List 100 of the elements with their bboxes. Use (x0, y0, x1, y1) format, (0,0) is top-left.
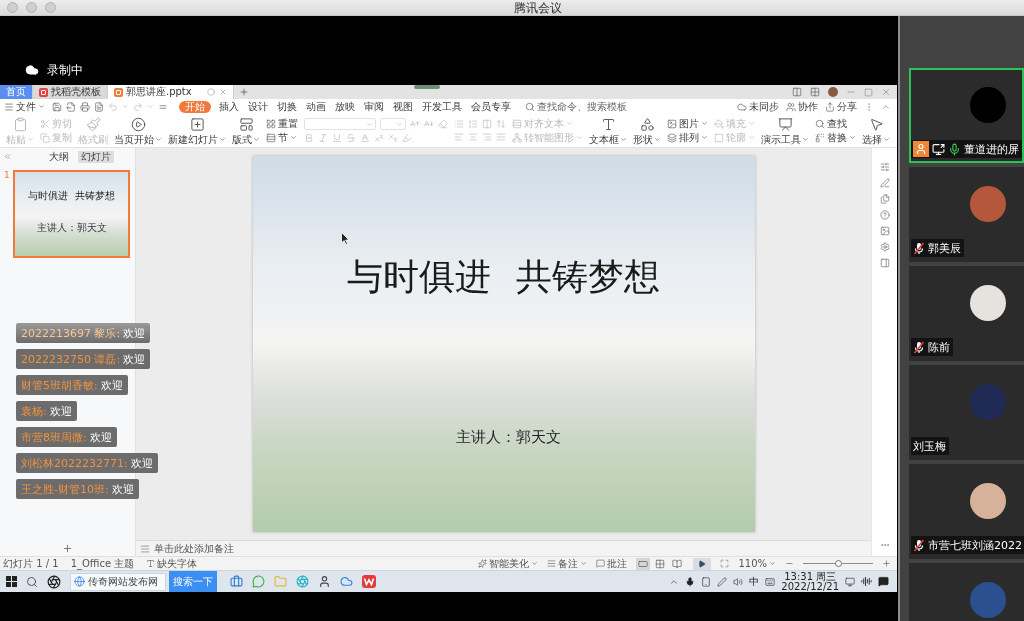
caret-icon[interactable] (122, 103, 129, 110)
notes-button[interactable]: 备注 (547, 557, 588, 570)
avatar[interactable] (828, 87, 838, 97)
search-icon (815, 118, 825, 129)
toolbar-button[interactable]: 重置 (266, 118, 298, 129)
search-icon[interactable] (26, 575, 38, 588)
message-icon[interactable] (878, 576, 889, 587)
files-icon[interactable] (879, 194, 890, 204)
person-icon[interactable] (318, 575, 331, 588)
thumbnail-subtitle: 主讲人：郭天文 (36, 222, 107, 233)
chat-message: 欢迎 (123, 352, 146, 366)
toolbar-button[interactable]: 新建幻灯片 (168, 116, 226, 145)
menu-tab[interactable]: 设计 (247, 100, 269, 113)
help-icon[interactable] (879, 210, 890, 220)
menu-tab[interactable]: 切换 (276, 100, 298, 113)
square-icon (714, 132, 724, 143)
missing-fonts-button[interactable]: 缺失字体 (146, 557, 198, 570)
toolbar-button[interactable]: 图片 (667, 118, 708, 129)
slider-thumb[interactable] (835, 560, 842, 567)
speaker-icon[interactable] (733, 576, 744, 587)
keyboard-icon[interactable] (765, 576, 776, 587)
panel-tab[interactable]: 幻灯片 (78, 150, 114, 163)
menu-tab[interactable]: 视图 (392, 100, 414, 113)
cloud-icon[interactable] (340, 575, 353, 588)
view-button[interactable] (670, 557, 685, 570)
mic-icon[interactable] (685, 576, 696, 587)
panel-tab[interactable]: 大纲 (46, 150, 72, 163)
maximize-button[interactable] (45, 2, 56, 13)
document-icon[interactable] (94, 101, 104, 112)
slide-thumbnail[interactable]: 与时俱进 共铸梦想 主讲人：郭天文 (13, 170, 130, 258)
toolbar-button[interactable]: 分享 (825, 100, 857, 113)
printer-icon[interactable] (80, 101, 90, 112)
toolbar-button[interactable]: 选择 (862, 116, 890, 145)
toolbar-button[interactable]: 未同步 (737, 100, 779, 113)
toolbar-button[interactable]: 节 (266, 132, 297, 143)
input-method-label[interactable]: 中 (749, 575, 760, 588)
undo-icon[interactable] (108, 101, 118, 112)
menu-tab[interactable]: 开发工具 (421, 100, 463, 113)
beautify-button[interactable]: 智能美化 (478, 557, 539, 570)
caret-icon[interactable] (147, 103, 154, 110)
slide-title: 与时俱进 共铸梦想 (346, 256, 661, 298)
image-icon[interactable] (879, 226, 890, 236)
web-search-field[interactable]: 传奇网站发布网 (70, 572, 166, 591)
double-chevron-icon[interactable] (3, 152, 12, 161)
toolbar-button[interactable]: 版式 (232, 116, 260, 145)
save-icon[interactable] (52, 101, 62, 112)
file-arrow-icon[interactable] (66, 101, 76, 112)
chat-message: 欢迎 (49, 404, 72, 418)
panel-icon[interactable] (879, 258, 890, 268)
menu-tab[interactable]: 审阅 (363, 100, 385, 113)
settings-icon[interactable] (879, 242, 890, 252)
grid-icon (655, 558, 666, 569)
menu-tab[interactable]: 放映 (334, 100, 356, 113)
redo-icon[interactable] (133, 101, 143, 112)
zoom-button[interactable]: 110% (738, 557, 776, 570)
briefcase-icon[interactable] (230, 575, 243, 588)
four-squares-icon[interactable] (6, 576, 17, 587)
plus-icon[interactable] (882, 559, 891, 568)
add-slide-button[interactable] (62, 543, 73, 554)
pen-icon[interactable] (717, 576, 728, 587)
view-button[interactable] (636, 557, 651, 570)
maximize-icon[interactable] (864, 87, 873, 97)
file-menu-button[interactable]: 文件 (4, 100, 45, 113)
audio-bars-icon[interactable] (861, 576, 872, 587)
caret-icon (580, 560, 588, 567)
app-logo-icon[interactable] (362, 575, 376, 588)
close-button[interactable] (7, 2, 18, 13)
sliders-icon[interactable] (879, 162, 890, 172)
close-icon[interactable] (881, 87, 891, 97)
play-button[interactable] (693, 557, 712, 570)
pen-icon[interactable] (879, 178, 890, 188)
toolbar-button[interactable]: 演示工具 (761, 116, 809, 145)
toolbar-button[interactable]: 形状 (633, 116, 661, 145)
share-icon (825, 101, 835, 112)
corners-icon[interactable] (720, 559, 730, 568)
toolbar-button[interactable]: 排列 (667, 132, 708, 143)
aperture-icon[interactable] (47, 574, 61, 589)
drag-handle[interactable] (414, 85, 440, 89)
caret-icon (38, 103, 45, 110)
split-view-icon[interactable] (792, 87, 802, 97)
tablet-icon[interactable] (701, 576, 712, 587)
command-search-field[interactable]: 查找命令、搜索模板 (525, 101, 633, 112)
menu-tab[interactable]: 插入 (218, 100, 240, 113)
toolbar-button[interactable]: 替换 (815, 132, 856, 143)
toolbar-button[interactable]: 协作 (786, 100, 818, 113)
toolbar-button[interactable]: 文本框 (589, 116, 627, 145)
menu-tab[interactable]: 动画 (305, 100, 327, 113)
monitor-icon[interactable] (845, 576, 855, 587)
folder-icon[interactable] (274, 575, 287, 588)
notes-field[interactable]: 单击此处添加备注 (154, 543, 871, 554)
toolbar-button[interactable]: 查找 (815, 118, 847, 129)
tab[interactable]: 找稻壳模板 (33, 85, 108, 99)
tab[interactable]: 郭思讲座.pptx (108, 85, 234, 99)
grid-icon[interactable] (810, 87, 820, 97)
minimize-button[interactable] (26, 2, 37, 13)
toolbar-button[interactable]: 当页开始 (114, 116, 162, 145)
notes-bar[interactable]: 单击此处添加备注 (136, 540, 871, 556)
menu-tab[interactable]: 会员专享 (470, 100, 512, 113)
comments-button[interactable]: 批注 (596, 557, 628, 570)
chat-icon[interactable] (252, 575, 265, 588)
